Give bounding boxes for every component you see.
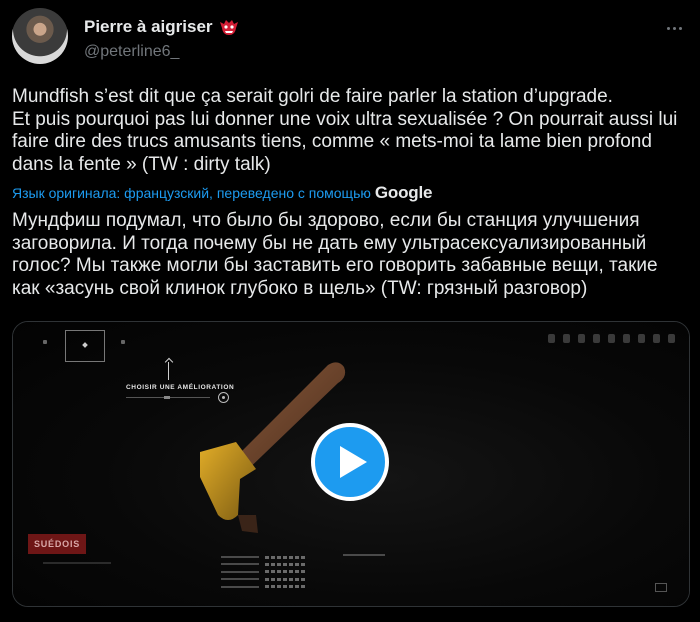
hud-mark	[43, 340, 47, 344]
stat-row	[221, 576, 307, 582]
badge-subtitle-line	[43, 562, 111, 564]
stats-secondary-line	[343, 554, 385, 556]
name-row: Pierre à aigriser	[84, 17, 239, 37]
more-options-button[interactable]	[660, 14, 688, 42]
display-name[interactable]: Pierre à aigriser	[84, 17, 213, 37]
tweet-header: Pierre à aigriser @peterline6_	[12, 8, 688, 64]
stats-panel	[221, 554, 307, 591]
hud-icon	[623, 334, 630, 343]
translation-notice[interactable]: Язык оригинала: французский, переведено …	[12, 183, 432, 203]
google-logo: Google	[374, 183, 433, 202]
translated-text: Мундфиш подумал, что было бы здорово, ес…	[12, 210, 663, 299]
hud-icon	[608, 334, 615, 343]
stat-row	[221, 554, 307, 560]
upgrade-slot-icon	[82, 341, 88, 348]
stat-row	[221, 561, 307, 567]
hud-icon	[548, 334, 555, 343]
hud-icon	[593, 334, 600, 343]
user-handle[interactable]: @peterline6_	[84, 43, 179, 61]
hud-icon	[638, 334, 645, 343]
tweet-text: Mundfish s’est dit que ça serait golri d…	[12, 86, 678, 175]
hud-icon-row	[548, 334, 675, 343]
stat-row	[221, 584, 307, 590]
goblin-emoji-icon	[219, 20, 238, 35]
arrow-up-icon	[168, 362, 169, 380]
more-dots-icon	[666, 26, 670, 30]
play-button[interactable]	[311, 423, 389, 501]
hud-icon	[668, 334, 675, 343]
upgrade-slot	[65, 330, 105, 362]
language-badge: SUÉDOIS	[28, 534, 86, 554]
avatar[interactable]	[12, 8, 68, 64]
translation-notice-text: Язык оригинала: французский, переведено …	[12, 185, 371, 201]
video-player[interactable]: CHOISIR UNE AMÉLIORATION SUÉDOIS	[12, 321, 690, 607]
hud-icon	[653, 334, 660, 343]
stat-row	[221, 569, 307, 575]
hud-corner-icon	[655, 583, 667, 592]
hud-icon	[578, 334, 585, 343]
play-icon	[340, 446, 367, 478]
hud-mark	[121, 340, 125, 344]
hud-icon	[563, 334, 570, 343]
